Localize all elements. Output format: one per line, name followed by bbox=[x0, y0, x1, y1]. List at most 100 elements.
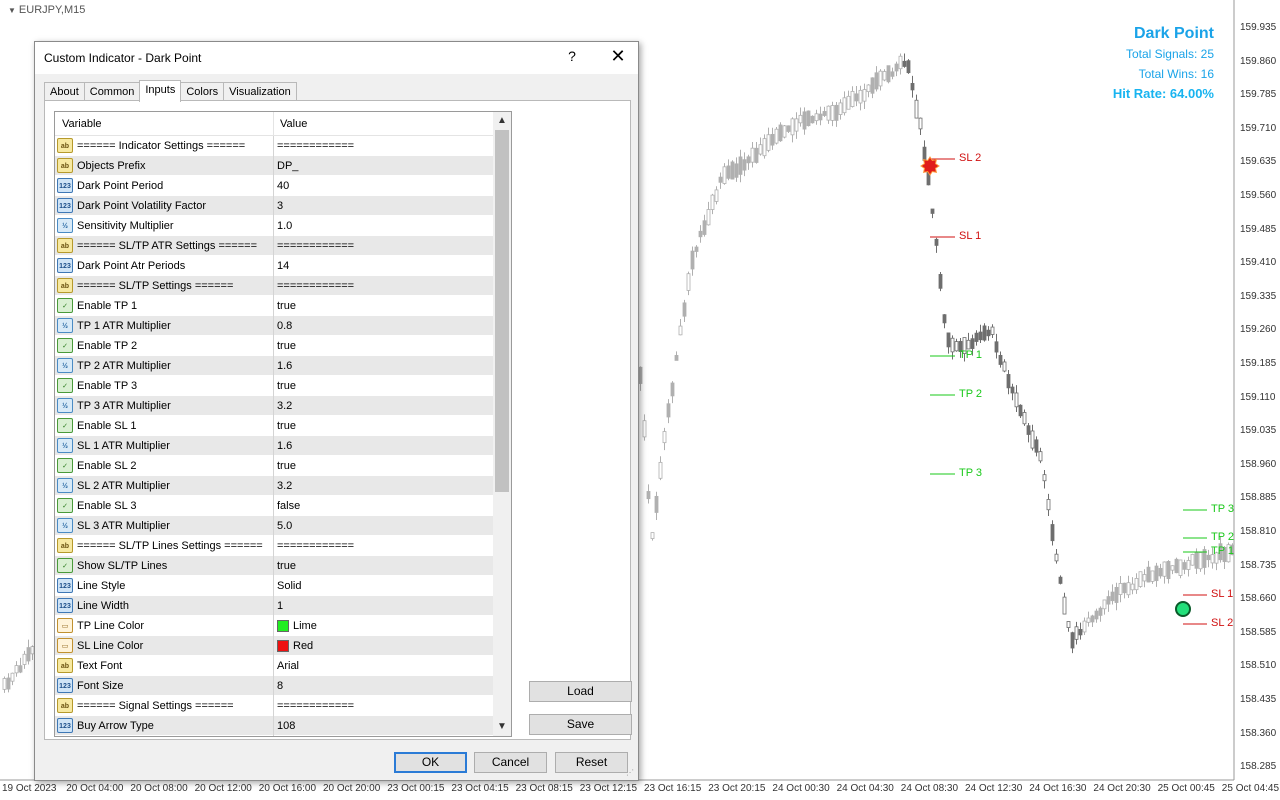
variable-value[interactable]: true bbox=[277, 340, 296, 352]
candle-body bbox=[750, 147, 755, 163]
variable-value[interactable]: false bbox=[277, 500, 300, 512]
variable-value[interactable]: Arial bbox=[277, 660, 299, 672]
dialog-titlebar[interactable]: Custom Indicator - Dark Point ? ✕ bbox=[35, 42, 638, 74]
variable-value[interactable]: true bbox=[277, 300, 296, 312]
candle-body bbox=[1050, 524, 1055, 542]
variable-value[interactable]: 1 bbox=[277, 600, 283, 612]
input-row[interactable]: ✓ Enable TP 2 true bbox=[55, 336, 493, 356]
save-button[interactable]: Save bbox=[529, 714, 632, 735]
variable-value[interactable]: Solid bbox=[277, 580, 301, 592]
input-row[interactable]: ✓ Show SL/TP Lines true bbox=[55, 556, 493, 576]
value-text: Red bbox=[293, 640, 314, 652]
tp-level-label: TP 3 bbox=[959, 467, 983, 479]
input-row[interactable]: ½ SL 2 ATR Multiplier 3.2 bbox=[55, 476, 493, 496]
scroll-up-icon[interactable]: ▲ bbox=[493, 112, 511, 130]
input-row[interactable]: ½ SL 1 ATR Multiplier 1.6 bbox=[55, 436, 493, 456]
candle-body bbox=[706, 209, 711, 226]
input-row[interactable]: ✓ Enable SL 1 true bbox=[55, 416, 493, 436]
time-tick-label: 23 Oct 08:15 bbox=[515, 783, 573, 794]
input-row[interactable]: 123 Buy Arrow Type 108 bbox=[55, 716, 493, 736]
input-row[interactable]: ab ====== SL/TP ATR Settings ====== ======… bbox=[55, 236, 493, 256]
candle-body bbox=[766, 134, 771, 151]
load-button[interactable]: Load bbox=[529, 681, 632, 702]
input-row[interactable]: 123 Font Size 8 bbox=[55, 676, 493, 696]
scroll-thumb[interactable] bbox=[495, 130, 509, 492]
input-row[interactable]: ✓ Enable SL 2 true bbox=[55, 456, 493, 476]
variable-value[interactable]: ============ bbox=[277, 700, 354, 712]
close-icon[interactable]: ✕ bbox=[609, 46, 627, 66]
variable-value[interactable]: Lime bbox=[277, 620, 317, 632]
input-row[interactable]: 123 Line Width 1 bbox=[55, 596, 493, 616]
input-row[interactable]: ab Text Font Arial bbox=[55, 656, 493, 676]
variable-name: SL Line Color bbox=[77, 640, 144, 652]
input-row[interactable]: ✓ Enable TP 1 true bbox=[55, 296, 493, 316]
cell-separator bbox=[273, 556, 274, 576]
tab-inputs[interactable]: Inputs bbox=[139, 80, 182, 102]
variable-value[interactable]: true bbox=[277, 460, 296, 472]
input-row[interactable]: ½ TP 2 ATR Multiplier 1.6 bbox=[55, 356, 493, 376]
variable-value[interactable]: 3.2 bbox=[277, 480, 292, 492]
grid-scrollbar[interactable]: ▲ ▼ bbox=[493, 112, 511, 736]
int-type-icon: 123 bbox=[57, 598, 73, 613]
variable-value[interactable]: true bbox=[277, 420, 296, 432]
variable-value[interactable]: true bbox=[277, 560, 296, 572]
variable-value[interactable]: 1.6 bbox=[277, 360, 292, 372]
column-header-variable[interactable]: Variable bbox=[62, 118, 102, 130]
input-row[interactable]: ✓ Enable SL 3 false bbox=[55, 496, 493, 516]
variable-value[interactable]: true bbox=[277, 380, 296, 392]
tab-colors[interactable]: Colors bbox=[180, 82, 225, 102]
variable-value[interactable]: ============ bbox=[277, 140, 354, 152]
input-row[interactable]: ab ====== SL/TP Lines Settings ====== ====… bbox=[55, 536, 493, 556]
input-row[interactable]: ab ====== Indicator Settings ====== ======… bbox=[55, 136, 493, 156]
column-separator[interactable] bbox=[273, 112, 274, 136]
variable-value[interactable]: 3.2 bbox=[277, 400, 292, 412]
input-row[interactable]: 123 Dark Point Period 40 bbox=[55, 176, 493, 196]
reset-button[interactable]: Reset bbox=[555, 752, 628, 773]
ok-button[interactable]: OK bbox=[394, 752, 467, 773]
variable-value[interactable]: DP_ bbox=[277, 160, 298, 172]
resize-grip-icon[interactable]: ⋰ bbox=[626, 768, 636, 778]
variable-value[interactable]: ============ bbox=[277, 540, 354, 552]
variable-value[interactable]: 1.6 bbox=[277, 440, 292, 452]
input-row[interactable]: ✓ Enable TP 3 true bbox=[55, 376, 493, 396]
column-header-value[interactable]: Value bbox=[280, 118, 307, 130]
variable-value[interactable]: 3 bbox=[277, 200, 283, 212]
candle-body bbox=[826, 105, 831, 121]
tab-about[interactable]: About bbox=[44, 82, 85, 102]
variable-name: Enable TP 2 bbox=[77, 340, 138, 352]
variable-value[interactable]: 1.0 bbox=[277, 220, 292, 232]
input-row[interactable]: 123 Line Style Solid bbox=[55, 576, 493, 596]
variable-value[interactable]: ============ bbox=[277, 280, 354, 292]
input-row[interactable]: ½ TP 1 ATR Multiplier 0.8 bbox=[55, 316, 493, 336]
value-text: true bbox=[277, 420, 296, 432]
variable-value[interactable]: 14 bbox=[277, 260, 289, 272]
input-row[interactable]: ½ TP 3 ATR Multiplier 3.2 bbox=[55, 396, 493, 416]
variable-value[interactable]: Red bbox=[277, 640, 313, 652]
input-row[interactable]: 123 Dark Point Volatility Factor 3 bbox=[55, 196, 493, 216]
tab-common[interactable]: Common bbox=[83, 82, 141, 102]
input-row[interactable]: ½ SL 3 ATR Multiplier 5.0 bbox=[55, 516, 493, 536]
candle-body bbox=[22, 653, 27, 665]
input-row[interactable]: ½ Sensitivity Multiplier 1.0 bbox=[55, 216, 493, 236]
tab-visualization[interactable]: Visualization bbox=[223, 82, 297, 102]
help-icon[interactable]: ? bbox=[565, 48, 579, 64]
input-row[interactable]: ab ====== Signal Settings ====== =========… bbox=[55, 696, 493, 716]
input-row[interactable]: ab Objects Prefix DP_ bbox=[55, 156, 493, 176]
cancel-button[interactable]: Cancel bbox=[474, 752, 547, 773]
scroll-down-icon[interactable]: ▼ bbox=[493, 718, 511, 736]
candle-body bbox=[1010, 386, 1015, 394]
variable-value[interactable]: 0.8 bbox=[277, 320, 292, 332]
input-row[interactable]: ab ====== SL/TP Settings ====== ==========… bbox=[55, 276, 493, 296]
candle-body bbox=[850, 90, 855, 107]
variable-value[interactable]: 5.0 bbox=[277, 520, 292, 532]
variable-value[interactable]: ============ bbox=[277, 240, 354, 252]
input-row[interactable]: ▭ TP Line Color Lime bbox=[55, 616, 493, 636]
input-row[interactable]: 123 Dark Point Atr Periods 14 bbox=[55, 256, 493, 276]
candle-body bbox=[18, 665, 23, 673]
str-type-icon: ab bbox=[57, 278, 73, 293]
variable-value[interactable]: 108 bbox=[277, 720, 295, 732]
variable-value[interactable]: 8 bbox=[277, 680, 283, 692]
candle-body bbox=[862, 89, 867, 102]
variable-value[interactable]: 40 bbox=[277, 180, 289, 192]
input-row[interactable]: ▭ SL Line Color Red bbox=[55, 636, 493, 656]
